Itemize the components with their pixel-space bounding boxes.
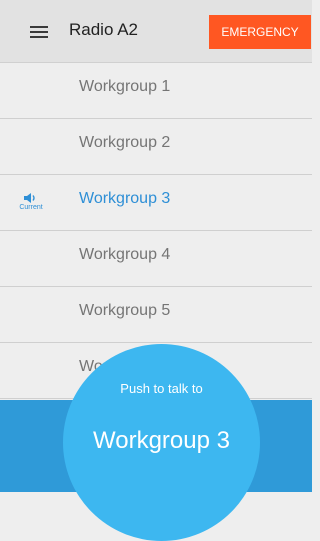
workgroup-label: Workgroup 4 bbox=[79, 246, 171, 263]
workgroup-item-5[interactable]: Workgroup 5 bbox=[0, 287, 312, 343]
workgroup-item-1[interactable]: Workgroup 1 bbox=[0, 63, 312, 119]
workgroup-item-3[interactable]: Current Workgroup 3 bbox=[0, 175, 312, 231]
speaker-icon bbox=[24, 193, 35, 203]
push-to-talk-button[interactable]: Push to talk to Workgroup 3 bbox=[63, 344, 260, 541]
workgroup-item-4[interactable]: Workgroup 4 bbox=[0, 231, 312, 287]
workgroup-label: Workgroup 1 bbox=[79, 78, 171, 95]
push-to-talk-target: Workgroup 3 bbox=[93, 427, 230, 454]
page-title: Radio A2 bbox=[69, 20, 138, 39]
workgroup-label: Workgroup 3 bbox=[79, 190, 171, 207]
workgroup-item-2[interactable]: Workgroup 2 bbox=[0, 119, 312, 175]
emergency-button[interactable]: EMERGENCY bbox=[209, 15, 311, 49]
app-bar: Radio A2 EMERGENCY bbox=[0, 0, 312, 63]
current-label: Current bbox=[19, 204, 43, 211]
workgroup-label: Workgroup 5 bbox=[79, 302, 171, 319]
current-indicator: Current bbox=[12, 192, 50, 211]
push-to-talk-label: Push to talk to bbox=[120, 381, 203, 396]
workgroup-label: Workgroup 2 bbox=[79, 134, 171, 151]
hamburger-menu-icon[interactable] bbox=[30, 26, 48, 38]
